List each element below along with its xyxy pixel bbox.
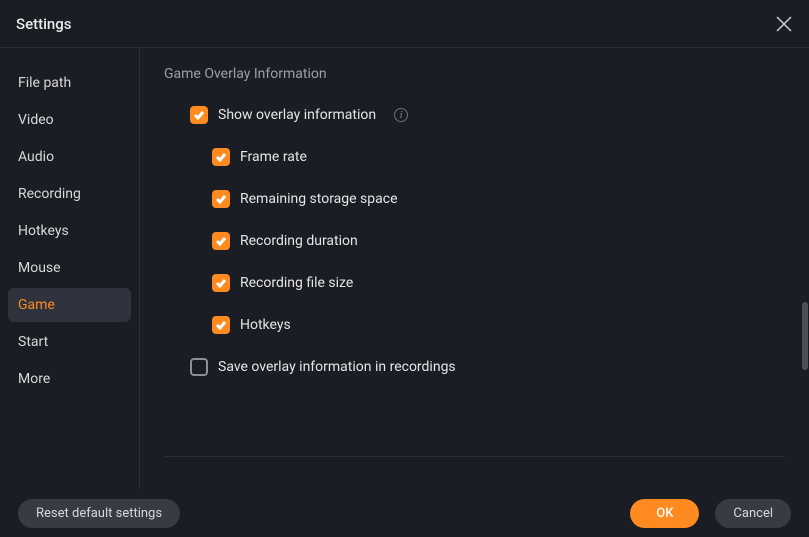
checkbox-recording-file-size[interactable] — [212, 274, 230, 292]
window-title: Settings — [16, 15, 72, 33]
info-icon[interactable]: i — [394, 108, 408, 122]
sidebar-item-recording[interactable]: Recording — [8, 177, 131, 211]
sidebar-item-audio[interactable]: Audio — [8, 140, 131, 174]
checkbox-frame-rate[interactable] — [212, 148, 230, 166]
sidebar-item-game[interactable]: Game — [8, 288, 131, 322]
content-panel: Game Overlay Information Show overlay in… — [140, 48, 809, 489]
option-show-overlay: Show overlay information i — [190, 106, 785, 124]
option-recording-file-size: Recording file size — [212, 274, 785, 292]
footer-right: OK Cancel — [630, 499, 791, 528]
checkbox-save-overlay[interactable] — [190, 358, 208, 376]
check-icon — [215, 319, 227, 331]
sidebar-item-video[interactable]: Video — [8, 103, 131, 137]
checkbox-show-overlay[interactable] — [190, 106, 208, 124]
label-hotkeys: Hotkeys — [240, 317, 291, 333]
check-icon — [215, 235, 227, 247]
checkbox-recording-duration[interactable] — [212, 232, 230, 250]
check-icon — [193, 109, 205, 121]
divider — [164, 456, 785, 457]
check-icon — [215, 193, 227, 205]
label-remaining-storage: Remaining storage space — [240, 191, 398, 207]
check-icon — [215, 277, 227, 289]
option-recording-duration: Recording duration — [212, 232, 785, 250]
close-icon[interactable] — [775, 15, 793, 33]
reset-button[interactable]: Reset default settings — [18, 499, 180, 528]
option-remaining-storage: Remaining storage space — [212, 190, 785, 208]
sidebar-item-start[interactable]: Start — [8, 325, 131, 359]
ok-button[interactable]: OK — [630, 499, 699, 528]
cancel-button[interactable]: Cancel — [715, 499, 791, 528]
titlebar: Settings — [0, 0, 809, 48]
sidebar-item-more[interactable]: More — [8, 362, 131, 396]
option-hotkeys: Hotkeys — [212, 316, 785, 334]
sidebar-item-hotkeys[interactable]: Hotkeys — [8, 214, 131, 248]
sidebar-item-file-path[interactable]: File path — [8, 66, 131, 100]
checkbox-hotkeys[interactable] — [212, 316, 230, 334]
footer: Reset default settings OK Cancel — [0, 489, 809, 537]
section-title: Game Overlay Information — [164, 66, 785, 82]
label-frame-rate: Frame rate — [240, 149, 307, 165]
label-save-overlay: Save overlay information in recordings — [218, 359, 456, 375]
label-recording-file-size: Recording file size — [240, 275, 353, 291]
option-save-overlay: Save overlay information in recordings — [190, 358, 785, 376]
label-recording-duration: Recording duration — [240, 233, 358, 249]
main-area: File path Video Audio Recording Hotkeys … — [0, 48, 809, 489]
check-icon — [215, 151, 227, 163]
scrollbar-thumb[interactable] — [802, 302, 808, 370]
sidebar: File path Video Audio Recording Hotkeys … — [0, 48, 140, 489]
checkbox-remaining-storage[interactable] — [212, 190, 230, 208]
sidebar-item-mouse[interactable]: Mouse — [8, 251, 131, 285]
option-frame-rate: Frame rate — [212, 148, 785, 166]
label-show-overlay: Show overlay information — [218, 107, 376, 123]
